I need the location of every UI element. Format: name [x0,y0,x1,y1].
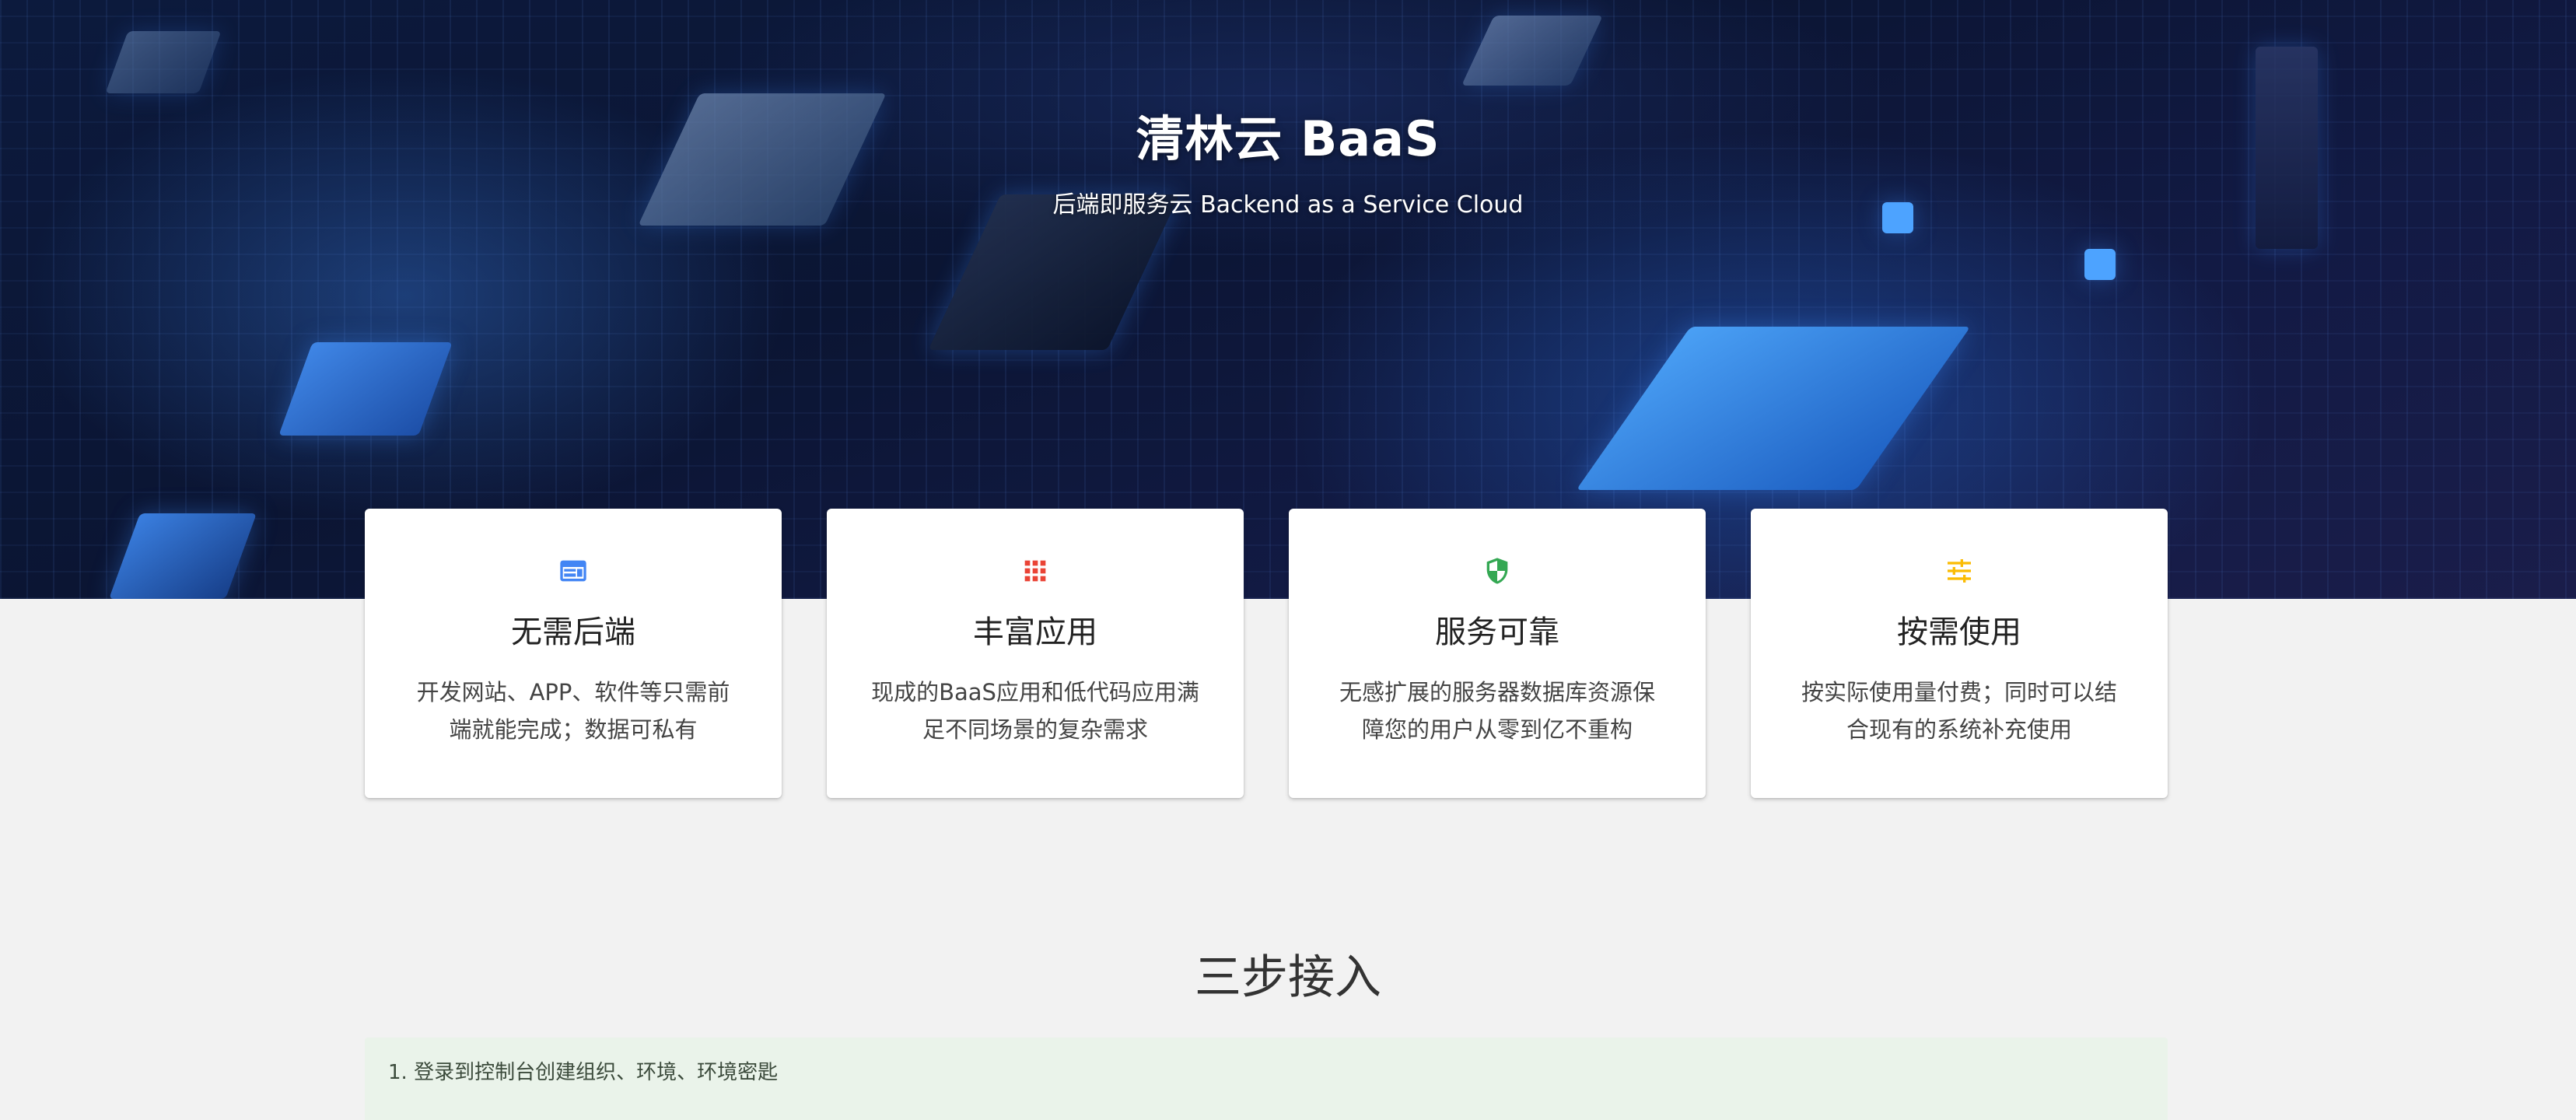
feature-card-reliable-service: 服务可靠 无感扩展的服务器数据库资源保障您的用户从零到亿不重构 [1289,509,1706,798]
shield-icon [1486,558,1508,584]
feature-title: 丰富应用 [973,614,1097,650]
feature-card-rich-apps: 丰富应用 现成的BaaS应用和低代码应用满足不同场景的复杂需求 [827,509,1244,798]
feature-description: 按实际使用量付费；同时可以结合现有的系统补充使用 [1801,679,2117,743]
step-item-text: 1. 登录到控制台创建组织、环境、环境密匙 [388,1061,779,1084]
feature-description: 无感扩展的服务器数据库资源保障您的用户从零到亿不重构 [1339,679,1655,743]
steps-heading: 三步接入 [1195,950,1381,1005]
feature-title: 按需使用 [1897,614,2021,650]
apps-grid-icon [1024,560,1046,582]
hero-subtitle: 后端即服务云 Backend as a Service Cloud [1052,191,1524,219]
step-item: 1. 登录到控制台创建组织、环境、环境密匙 [365,1038,2168,1120]
feature-title: 服务可靠 [1435,614,1559,650]
feature-card-no-backend: 无需后端 开发网站、APP、软件等只需前端就能完成；数据可私有 [365,509,782,798]
hero-decor-block [2084,249,2116,280]
feature-title: 无需后端 [511,614,635,650]
feature-description: 开发网站、APP、软件等只需前端就能完成；数据可私有 [416,679,730,743]
feature-cards: 无需后端 开发网站、APP、软件等只需前端就能完成；数据可私有 丰富应用 现成的… [365,509,2168,798]
hero-title: 清林云 BaaS [1136,110,1440,167]
tune-sliders-icon [1948,559,1971,583]
feature-card-on-demand: 按需使用 按实际使用量付费；同时可以结合现有的系统补充使用 [1751,509,2168,798]
browser-window-icon [560,560,586,582]
feature-description: 现成的BaaS应用和低代码应用满足不同场景的复杂需求 [871,679,1199,743]
